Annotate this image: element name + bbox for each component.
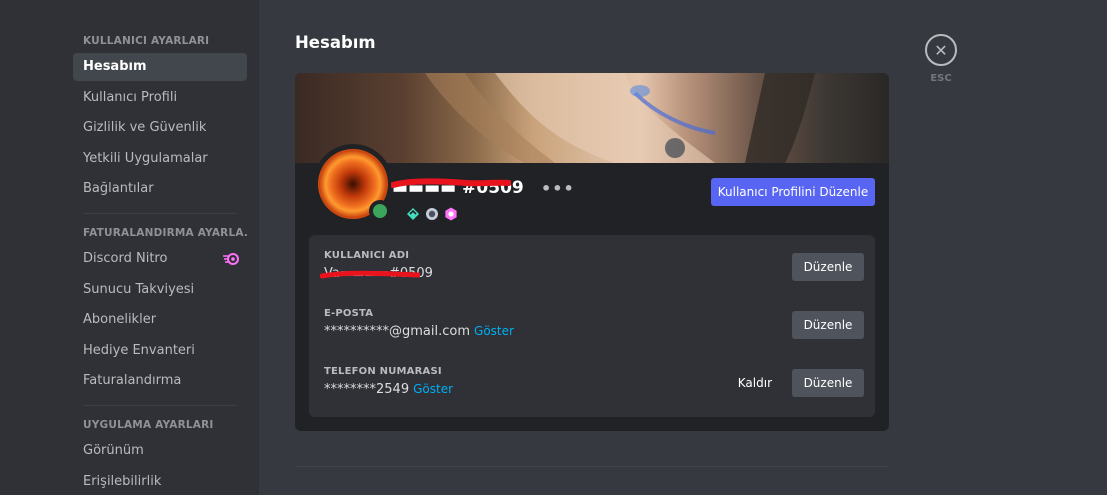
close-icon: ✕	[934, 40, 948, 60]
section-header-billing-settings: FATURALANDIRMA AYARLA...	[83, 227, 247, 239]
sidebar-item-server-boost[interactable]: Sunucu Takviyesi	[73, 276, 247, 304]
status-online-indicator	[369, 200, 391, 222]
sidebar-item-discord-nitro[interactable]: Discord Nitro	[73, 245, 247, 273]
more-options-icon[interactable]: •••	[541, 179, 575, 198]
email-value: **********@gmail.com	[324, 324, 471, 339]
phone-value: ********2549	[324, 382, 410, 397]
nitro-icon	[223, 253, 239, 265]
settings-sidebar: KULLANICI AYARLARI Hesabım Kullanıcı Pro…	[0, 0, 259, 495]
profile-banner	[295, 73, 889, 163]
sidebar-divider	[83, 213, 237, 214]
sidebar-item-label: Discord Nitro	[83, 251, 168, 266]
phone-field: TELEFON NUMARASI ********2549 Göster Kald…	[324, 366, 864, 410]
sidebar-item-gift-inventory[interactable]: Hediye Envanteri	[73, 337, 247, 365]
sidebar-divider	[83, 405, 237, 406]
sidebar-nav: KULLANICI AYARLARI Hesabım Kullanıcı Pro…	[73, 33, 247, 495]
boost-icon	[426, 208, 438, 220]
section-header-app-settings: UYGULAMA AYARLARI	[83, 419, 214, 431]
section-header-user-settings: KULLANICI AYARLARI	[83, 35, 210, 47]
show-phone-link[interactable]: Göster	[413, 382, 453, 396]
field-value: ********2549 Göster	[324, 382, 453, 397]
remove-phone-button[interactable]: Kaldır	[738, 369, 772, 397]
field-label: E-POSTA	[324, 308, 374, 319]
profile-badges	[406, 207, 458, 221]
profile-username: ▬▬▬▬ #0509	[392, 178, 524, 198]
sidebar-item-appearance[interactable]: Görünüm	[73, 437, 247, 465]
sidebar-item-privacy-safety[interactable]: Gizlilik ve Güvenlik	[73, 114, 247, 142]
email-field: E-POSTA **********@gmail.com Göster Düzen…	[324, 308, 864, 352]
show-email-link[interactable]: Göster	[474, 324, 514, 338]
edit-phone-button[interactable]: Düzenle	[792, 369, 864, 397]
avatar[interactable]	[313, 144, 393, 224]
sidebar-item-accessibility[interactable]: Erişilebilirlik	[73, 468, 247, 495]
username-field: KULLANICI ADI Va▬▬▬▬#0509 Düzenle	[320, 250, 864, 294]
close-button[interactable]: ✕	[925, 34, 957, 66]
page-title: Hesabım	[295, 33, 376, 52]
section-divider	[295, 466, 889, 467]
sidebar-item-billing[interactable]: Faturalandırma	[73, 367, 247, 395]
field-value: **********@gmail.com Göster	[324, 324, 514, 339]
edit-username-button[interactable]: Düzenle	[792, 253, 864, 281]
nitro-badge-icon	[445, 207, 457, 221]
redaction-mark	[320, 270, 420, 279]
sidebar-item-authorized-apps[interactable]: Yetkili Uygulamalar	[73, 145, 247, 173]
edit-email-button[interactable]: Düzenle	[792, 311, 864, 339]
edit-user-profile-button[interactable]: Kullanıcı Profilini Düzenle	[711, 178, 875, 206]
sidebar-item-my-account[interactable]: Hesabım	[73, 53, 247, 81]
field-label: TELEFON NUMARASI	[324, 366, 442, 377]
account-fields-panel: KULLANICI ADI Va▬▬▬▬#0509 Düzenle E-POST…	[309, 235, 875, 417]
sidebar-item-subscriptions[interactable]: Abonelikler	[73, 306, 247, 334]
field-label: KULLANICI ADI	[324, 250, 410, 261]
esc-label: ESC	[930, 73, 952, 84]
account-card: ▬▬▬▬ #0509 ••• Kullanıcı Profilini Düzen…	[295, 73, 889, 431]
sidebar-item-connections[interactable]: Bağlantılar	[73, 175, 247, 203]
sidebar-item-user-profile[interactable]: Kullanıcı Profili	[73, 84, 247, 112]
hypesquad-icon	[407, 208, 419, 220]
